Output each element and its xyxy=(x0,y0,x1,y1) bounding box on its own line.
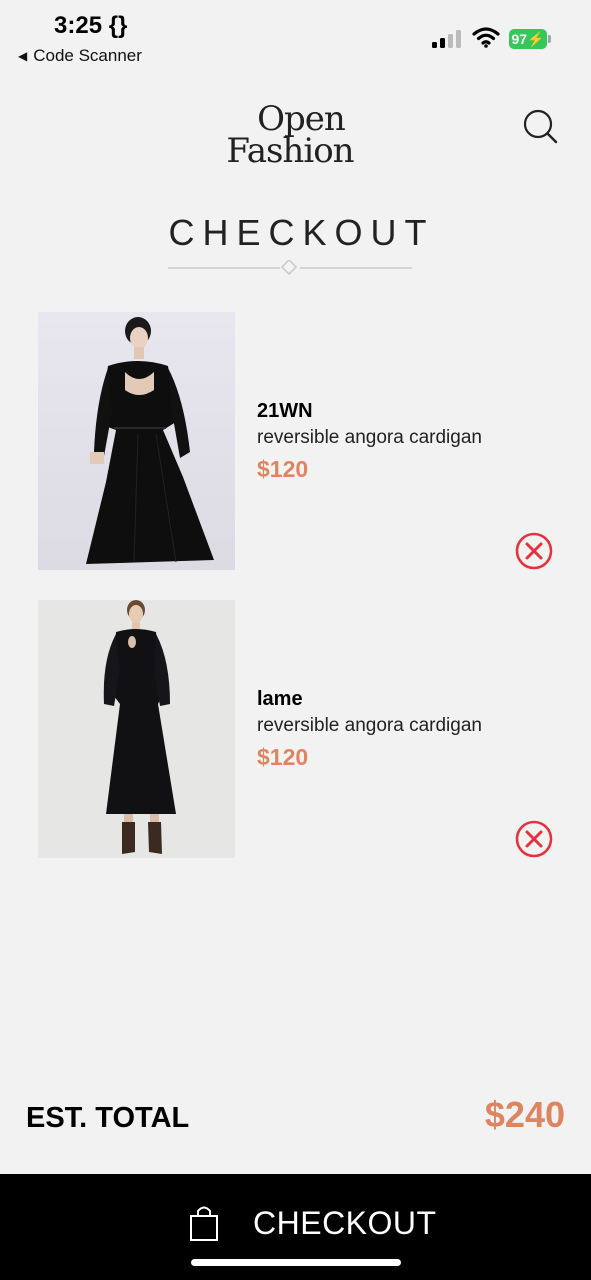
back-arrow-icon: ◀ xyxy=(18,49,28,63)
brand-logo[interactable]: Open Fashion xyxy=(205,99,375,171)
back-to-app-link[interactable]: ◀ Code Scanner xyxy=(18,46,142,66)
wifi-icon xyxy=(472,27,500,48)
product-price: $120 xyxy=(257,456,309,482)
battery-level: 97 xyxy=(511,31,528,47)
product-image[interactable] xyxy=(38,312,235,570)
product-name: reversible angora cardigan xyxy=(257,715,482,736)
brand-logo-line2: Fashion xyxy=(226,131,354,171)
battery-icon: 97 ⚡ xyxy=(509,29,547,49)
product-name: reversible angora cardigan xyxy=(257,427,482,448)
home-indicator[interactable] xyxy=(191,1259,401,1266)
total-label: EST. TOTAL xyxy=(26,1102,190,1134)
cellular-signal-icon xyxy=(432,28,461,48)
product-price: $120 xyxy=(257,744,309,770)
remove-item-button[interactable] xyxy=(514,819,554,859)
status-time: 3:25 {} xyxy=(54,12,128,39)
page-title: CHECKOUT xyxy=(168,212,435,253)
product-image[interactable] xyxy=(38,600,235,858)
shopping-bag-icon xyxy=(190,1206,218,1241)
checkout-button-label: CHECKOUT xyxy=(253,1205,437,1241)
cart-item[interactable]: 21WN reversible angora cardigan $120 xyxy=(0,312,591,570)
search-icon[interactable] xyxy=(520,106,560,146)
product-brand: lame xyxy=(257,688,303,710)
brand-logo-line1: Open xyxy=(257,99,346,139)
cart-item[interactable]: lame reversible angora cardigan $120 xyxy=(0,600,591,858)
title-divider xyxy=(168,260,412,276)
back-app-label: Code Scanner xyxy=(33,46,142,65)
remove-item-button[interactable] xyxy=(514,531,554,571)
product-brand: 21WN xyxy=(257,400,313,422)
total-value: $240 xyxy=(484,1094,565,1135)
